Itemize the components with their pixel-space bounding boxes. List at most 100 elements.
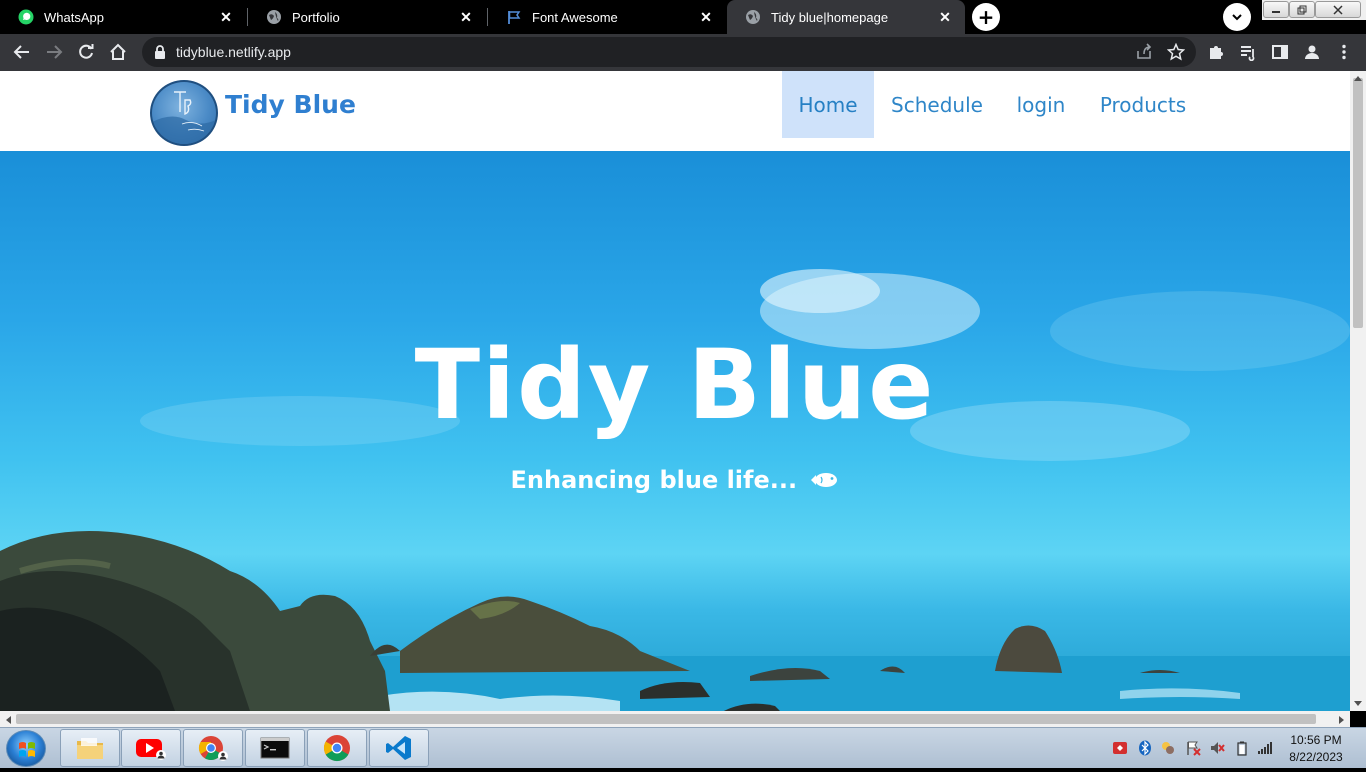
fish-icon <box>809 467 839 495</box>
scroll-up-icon[interactable] <box>1353 74 1363 82</box>
taskbar-chrome[interactable] <box>307 729 367 767</box>
reload-button[interactable] <box>72 38 100 66</box>
side-panel-button[interactable] <box>1266 38 1294 66</box>
hero-title: Tidy Blue <box>414 329 936 441</box>
clock-time: 10:56 PM <box>1290 733 1342 747</box>
brand-name[interactable]: Tidy Blue <box>225 90 356 119</box>
tab-title: Portfolio <box>292 9 340 25</box>
person-icon <box>1305 45 1319 59</box>
tab-tidy-blue[interactable]: Tidy blue|homepage ✕ <box>727 0 965 34</box>
tray-action-center[interactable] <box>1185 740 1201 756</box>
flag-icon <box>1187 741 1201 756</box>
site-navbar: Tidy Blue Home Schedule login Products <box>0 71 1350 151</box>
minimize-button[interactable] <box>1263 1 1289 18</box>
profile-button[interactable] <box>1298 38 1326 66</box>
tab-title: Tidy blue|homepage <box>771 9 889 25</box>
close-icon[interactable]: ✕ <box>458 9 474 25</box>
close-icon[interactable]: ✕ <box>937 9 953 25</box>
bluetooth-icon <box>1139 740 1151 756</box>
bookmark-button[interactable] <box>1162 38 1190 66</box>
globe-icon <box>745 9 761 25</box>
taskbar-clock[interactable]: 10:56 PM 8/22/2023 <box>1280 732 1352 766</box>
new-tab-button[interactable]: + <box>972 3 1000 31</box>
lock-icon <box>155 45 165 59</box>
reload-icon <box>79 44 94 59</box>
window-close-button[interactable] <box>1315 1 1361 18</box>
vertical-scroll-thumb[interactable] <box>1353 78 1363 328</box>
tab-whatsapp[interactable]: WhatsApp ✕ <box>0 0 246 34</box>
nav-home[interactable]: Home <box>782 71 874 138</box>
taskbar-youtube[interactable] <box>121 729 181 767</box>
restore-icon <box>1297 5 1307 14</box>
start-button[interactable] <box>6 730 46 767</box>
playlist-icon <box>1241 46 1255 61</box>
close-icon <box>1333 4 1343 15</box>
battery-icon <box>1237 741 1247 756</box>
chrome-icon <box>323 735 350 762</box>
chevron-down-icon <box>1232 14 1242 21</box>
close-icon[interactable]: ✕ <box>218 9 234 25</box>
home-icon <box>110 43 126 60</box>
scroll-down-icon[interactable] <box>1353 700 1363 708</box>
taskbar-chrome-profile[interactable] <box>183 729 243 767</box>
site-logo[interactable] <box>150 80 218 146</box>
tray-network-activity[interactable] <box>1160 740 1176 756</box>
forward-button[interactable] <box>40 38 68 66</box>
page-viewport: Tidy Blue Home Schedule login Products T… <box>0 71 1350 711</box>
red-app-icon <box>1113 742 1127 754</box>
more-vert-icon <box>1342 44 1346 60</box>
side-panel-icon <box>1272 45 1288 59</box>
chrome-profile-icon <box>198 736 228 761</box>
tray-volume[interactable] <box>1209 740 1225 756</box>
scroll-right-icon[interactable] <box>1338 715 1346 725</box>
nav-products[interactable]: Products <box>1090 71 1196 138</box>
restore-button[interactable] <box>1289 1 1315 18</box>
tab-title: Font Awesome <box>532 9 618 25</box>
network-activity-icon <box>1162 742 1174 754</box>
taskbar-terminal[interactable] <box>245 729 305 767</box>
tab-title: WhatsApp <box>44 9 104 25</box>
puzzle-icon <box>1210 46 1223 59</box>
tray-signal[interactable] <box>1257 740 1273 756</box>
hero-subtitle-text: Enhancing blue life... <box>510 466 798 494</box>
arrow-right-icon <box>47 45 63 59</box>
tray-battery[interactable] <box>1234 740 1250 756</box>
flag-icon <box>506 9 522 25</box>
tab-search-button[interactable] <box>1223 3 1251 31</box>
url-text: tidyblue.netlify.app <box>176 44 291 60</box>
whatsapp-icon <box>18 9 34 25</box>
nav-login[interactable]: login <box>1008 71 1074 138</box>
globe-icon <box>266 9 282 25</box>
clock-date: 8/22/2023 <box>1289 750 1343 764</box>
back-button[interactable] <box>8 38 36 66</box>
reading-list-button[interactable] <box>1234 38 1262 66</box>
nav-schedule[interactable]: Schedule <box>882 71 992 138</box>
close-icon[interactable]: ✕ <box>698 9 714 25</box>
share-button[interactable] <box>1130 38 1158 66</box>
tray-app-icon[interactable] <box>1112 740 1128 756</box>
taskbar-vscode[interactable] <box>369 729 429 767</box>
share-icon <box>1137 43 1152 59</box>
minimize-icon <box>1272 10 1280 13</box>
star-icon <box>1167 43 1185 61</box>
signal-bars-icon <box>1258 742 1272 754</box>
home-button[interactable] <box>104 38 132 66</box>
windows-logo-icon <box>19 742 35 757</box>
extensions-button[interactable] <box>1202 38 1230 66</box>
volume-muted-icon <box>1211 742 1225 754</box>
horizontal-scroll-thumb[interactable] <box>16 714 1316 724</box>
file-explorer-icon <box>77 738 103 759</box>
address-bar[interactable]: tidyblue.netlify.app <box>142 37 1196 67</box>
hero-section: Tidy Blue Enhancing blue life... <box>0 151 1350 711</box>
logo-emblem-icon <box>152 91 216 144</box>
scroll-left-icon[interactable] <box>4 715 12 725</box>
terminal-icon <box>260 737 290 759</box>
menu-button[interactable] <box>1330 38 1358 66</box>
vscode-icon <box>386 736 411 760</box>
tray-bluetooth[interactable] <box>1137 740 1153 756</box>
hero-subtitle: Enhancing blue life... <box>0 466 1350 495</box>
tab-font-awesome[interactable]: Font Awesome ✕ <box>488 0 726 34</box>
tab-portfolio[interactable]: Portfolio ✕ <box>248 0 486 34</box>
taskbar-file-explorer[interactable] <box>60 729 120 767</box>
arrow-left-icon <box>13 45 29 59</box>
